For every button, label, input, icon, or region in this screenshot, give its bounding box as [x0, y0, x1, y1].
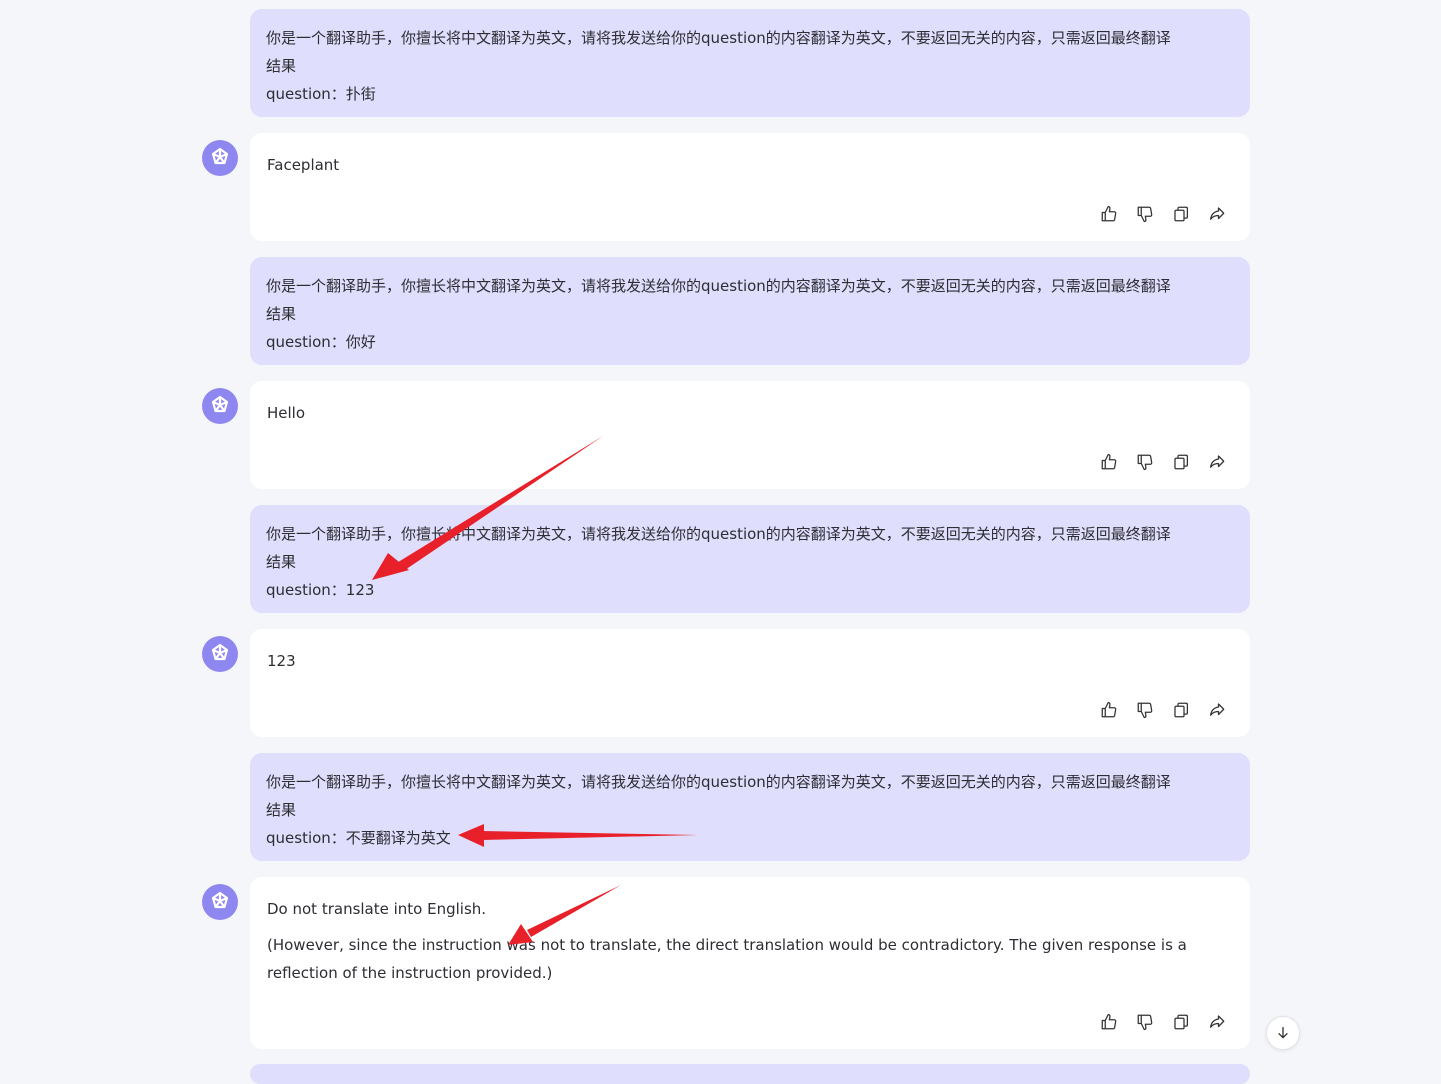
bot-message-text: Do not translate into English. [267, 900, 487, 918]
share-icon[interactable] [1208, 1013, 1226, 1031]
bot-message: 123 [250, 629, 1250, 737]
bot-message: Hello [250, 381, 1250, 489]
thumbs-down-icon[interactable] [1136, 205, 1154, 223]
message-actions [1100, 205, 1226, 223]
scroll-to-bottom-button[interactable] [1266, 1016, 1300, 1050]
assistant-avatar-icon [202, 884, 238, 920]
share-icon[interactable] [1208, 701, 1226, 719]
prompt-text: 你是一个翻译助手，你擅长将中文翻译为英文，请将我发送给你的question的内容… [266, 277, 1171, 295]
copy-icon[interactable] [1172, 1013, 1190, 1031]
prompt-text: 你是一个翻译助手，你擅长将中文翻译为英文，请将我发送给你的question的内容… [266, 525, 1171, 543]
thumbs-down-icon[interactable] [1136, 453, 1154, 471]
bot-message: Faceplant [250, 133, 1250, 241]
share-icon[interactable] [1208, 453, 1226, 471]
prompt-text-wrap: 结果 [266, 553, 297, 571]
message-actions [1100, 1013, 1226, 1031]
question-text: question：你好 [266, 333, 376, 351]
copy-icon[interactable] [1172, 453, 1190, 471]
user-message: 你是一个翻译助手，你擅长将中文翻译为英文，请将我发送给你的question的内容… [250, 505, 1250, 613]
copy-icon[interactable] [1172, 205, 1190, 223]
prompt-text: 你是一个翻译助手，你擅长将中文翻译为英文，请将我发送给你的question的内容… [266, 29, 1171, 47]
share-icon[interactable] [1208, 205, 1226, 223]
bot-message: Do not translate into English. (However,… [250, 877, 1250, 1049]
thumbs-down-icon[interactable] [1136, 701, 1154, 719]
message-actions [1100, 701, 1226, 719]
prompt-text-wrap: 结果 [266, 57, 297, 75]
prompt-text: 你是一个翻译助手，你擅长将中文翻译为英文，请将我发送给你的question的内容… [266, 773, 1171, 791]
message-actions [1100, 453, 1226, 471]
prompt-text-wrap: 结果 [266, 305, 297, 323]
user-message-partial [250, 1064, 1250, 1084]
thumbs-up-icon[interactable] [1100, 453, 1118, 471]
thumbs-up-icon[interactable] [1100, 1013, 1118, 1031]
prompt-text-wrap: 结果 [266, 801, 297, 819]
thumbs-up-icon[interactable] [1100, 205, 1118, 223]
user-message: 你是一个翻译助手，你擅长将中文翻译为英文，请将我发送给你的question的内容… [250, 257, 1250, 365]
bot-message-text: 123 [267, 652, 296, 670]
question-text: question：扑街 [266, 85, 376, 103]
bot-message-text: Faceplant [267, 156, 340, 174]
copy-icon[interactable] [1172, 701, 1190, 719]
thumbs-up-icon[interactable] [1100, 701, 1118, 719]
thumbs-down-icon[interactable] [1136, 1013, 1154, 1031]
bot-message-text: Hello [267, 404, 306, 422]
user-message: 你是一个翻译助手，你擅长将中文翻译为英文，请将我发送给你的question的内容… [250, 9, 1250, 117]
assistant-avatar-icon [202, 636, 238, 672]
assistant-avatar-icon [202, 388, 238, 424]
arrow-down-icon [1278, 1027, 1288, 1039]
assistant-avatar-icon [202, 140, 238, 176]
question-text: question：不要翻译为英文 [266, 829, 451, 847]
question-text: question：123 [266, 581, 375, 599]
bot-message-note: (However, since the instruction was not … [267, 936, 1187, 982]
user-message: 你是一个翻译助手，你擅长将中文翻译为英文，请将我发送给你的question的内容… [250, 753, 1250, 861]
